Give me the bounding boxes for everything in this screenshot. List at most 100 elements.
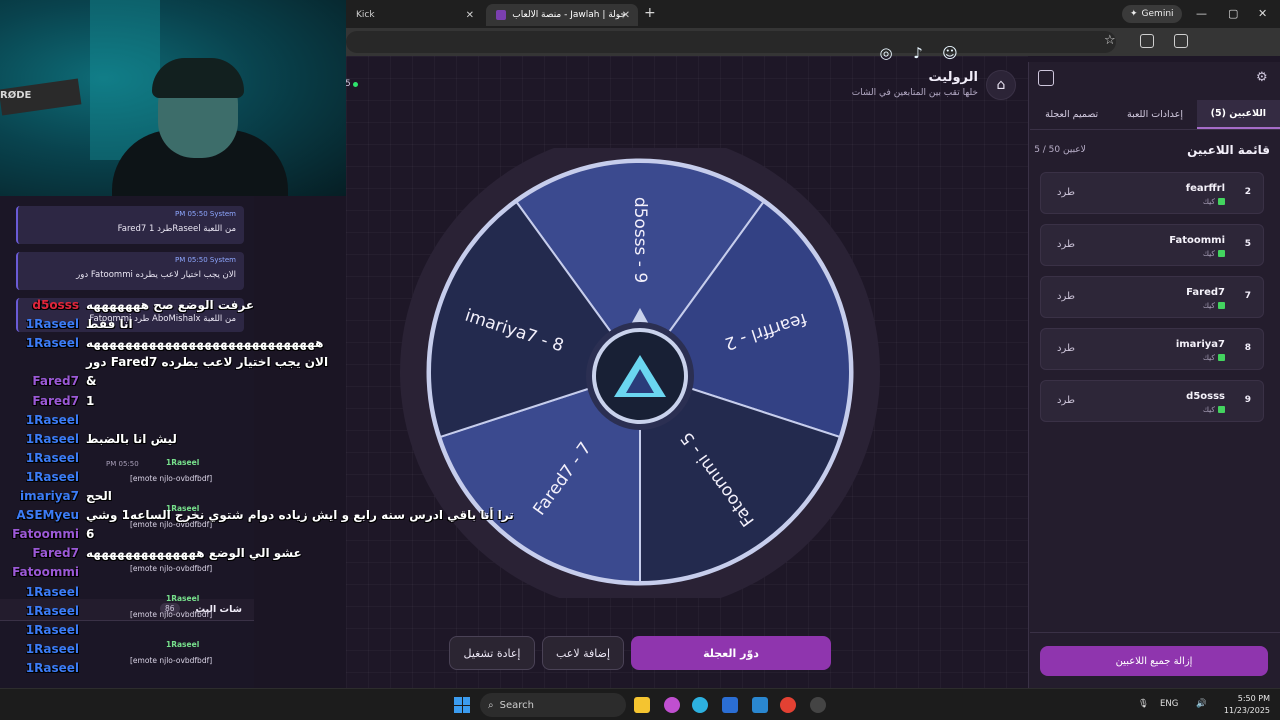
obs-icon[interactable] xyxy=(810,697,826,713)
chat-message: [emote njlo-ovbdfbdf] xyxy=(130,610,213,619)
bookmark-star-icon[interactable]: ☆ xyxy=(1104,33,1116,48)
player-number: 5 xyxy=(1244,239,1251,249)
chat-message: [emote njlo-ovbdfbdf] xyxy=(130,474,213,483)
system-label: PM 05:50 System xyxy=(174,256,236,264)
address-bar[interactable] xyxy=(346,31,1116,53)
snapchat-icon[interactable]: ☺ xyxy=(940,44,960,64)
player-card: 9 d5osss كيك طرد xyxy=(1040,380,1264,422)
copilot-icon[interactable] xyxy=(664,697,680,713)
stream-chat-text: عرفت الوضع صح هههههههه xyxy=(86,298,255,312)
close-window-button[interactable]: ✕ xyxy=(1258,7,1267,20)
stream-chat-text: دور Fared7 الان يجب اختيار لاعب يطرده xyxy=(86,355,329,370)
divider xyxy=(1030,632,1280,633)
restart-button[interactable]: إعادة تشغيل xyxy=(449,636,535,670)
minimize-button[interactable]: — xyxy=(1196,7,1207,20)
tab-wheel-design[interactable]: تصميم العجلة xyxy=(1030,100,1113,129)
spin-wheel-button[interactable]: دوّر العجلة xyxy=(631,636,831,670)
system-text: Fared7 طرد 1Raseel من اللعبة xyxy=(117,224,236,234)
stream-chat-text: & xyxy=(86,374,97,389)
system-message: PM 05:50 System دور Fatoommi الان يجب اخ… xyxy=(16,252,244,290)
player-name: d5osss xyxy=(1186,391,1225,402)
stream-chat-username: 1Raseel xyxy=(25,660,79,675)
gear-icon[interactable]: ⚙ xyxy=(1256,70,1268,85)
kick-logo-icon xyxy=(1218,198,1225,205)
social-links: ◎ ♪ ☺ xyxy=(876,44,960,64)
stream-chat-username: Fatoommi xyxy=(12,527,79,542)
tab-title: Kick xyxy=(356,10,375,20)
stream-chat-text: 6 xyxy=(86,527,95,542)
outlook-icon[interactable] xyxy=(752,697,768,713)
edge-icon[interactable] xyxy=(692,697,708,713)
chat-time: PM 05:50 xyxy=(106,460,139,468)
windows-taskbar: ⌕ Search 🎙 ENG 🔊 5:50 PM 11/23/2025 xyxy=(0,688,1280,720)
stream-chat-text: 1 xyxy=(86,393,95,408)
kick-player-button[interactable]: طرد xyxy=(1057,291,1075,302)
kick-player-button[interactable]: طرد xyxy=(1057,395,1075,406)
streamer-hair xyxy=(152,58,244,98)
kick-logo-icon xyxy=(1218,250,1225,257)
player-name: Fatoommi xyxy=(1169,235,1225,246)
tab-players[interactable]: اللاعبين (5) xyxy=(1196,100,1280,129)
language-indicator[interactable]: ENG xyxy=(1160,699,1178,709)
player-platform: كيك xyxy=(1203,405,1225,414)
chrome-icon[interactable] xyxy=(780,697,796,713)
stream-chat-username: 1Raseel xyxy=(25,641,79,656)
stream-chat-text: ترا أنا باقي ادرس سنه رابع و ايش زياده د… xyxy=(86,508,514,523)
home-button[interactable]: ⌂ xyxy=(986,70,1016,100)
windows-start-icon[interactable] xyxy=(454,697,470,713)
instagram-icon[interactable]: ◎ xyxy=(876,44,896,64)
cast-icon[interactable] xyxy=(1174,34,1188,48)
taskbar-clock[interactable]: 5:50 PM 11/23/2025 xyxy=(1222,693,1270,717)
panel-toggle-icon[interactable] xyxy=(1038,70,1054,86)
browser-tab-jawlah[interactable]: جولة | Jawlah - منصة الألعاب الت ✕ xyxy=(486,4,638,26)
player-card: 7 Fared7 كيك طرد xyxy=(1040,276,1264,318)
player-name: imariya7 xyxy=(1175,339,1225,350)
clock-date: 11/23/2025 xyxy=(1223,706,1270,715)
page-title: الروليت xyxy=(928,70,978,85)
player-number: 7 xyxy=(1244,291,1251,301)
stream-chat-username: 1Raseel xyxy=(25,622,79,637)
browser-toolbar: ☆ xyxy=(346,28,1280,56)
taskbar-search[interactable]: ⌕ Search xyxy=(480,693,626,717)
wheel-segment-label: d5osss - 9 xyxy=(630,196,651,284)
stream-chat-username: imariya7 xyxy=(19,489,79,503)
chat-message: [emote njlo-ovbdfbdf] xyxy=(130,656,213,665)
jawlah-logo-icon xyxy=(614,355,666,397)
search-placeholder: Search xyxy=(499,699,534,711)
kick-player-button[interactable]: طرد xyxy=(1057,343,1075,354)
clear-all-players-button[interactable]: إزالة جميع اللاعبين xyxy=(1040,646,1268,676)
chat-message: [emote njlo-ovbdfbdf] xyxy=(130,564,213,573)
volume-tray-icon[interactable]: 🔊 xyxy=(1196,699,1207,709)
tab-game-settings[interactable]: إعدادات اللعبة xyxy=(1113,100,1196,129)
extensions-icon[interactable] xyxy=(1140,34,1154,48)
chat-username: 1Raseel xyxy=(166,640,200,649)
store-icon[interactable] xyxy=(722,697,738,713)
system-label: PM 05:50 System xyxy=(174,210,236,218)
microphone-tray-icon[interactable]: 🎙 xyxy=(1138,699,1149,709)
stream-chat-username: 1Raseel xyxy=(25,603,79,618)
player-card: 2 fearffrl كيك طرد xyxy=(1040,172,1264,214)
roulette-wheel[interactable]: d5osss - 9 fearffrl - 2 Fatoommi - 5 Fared7… xyxy=(400,148,880,598)
file-explorer-icon[interactable] xyxy=(634,697,650,713)
stream-chat-username: 1Raseel xyxy=(25,469,79,484)
tiktok-icon[interactable]: ♪ xyxy=(908,44,928,64)
gemini-button[interactable]: ✦ Gemini xyxy=(1122,5,1182,23)
chat-username: 1Raseel xyxy=(166,594,200,603)
player-platform: كيك xyxy=(1203,301,1225,310)
tab-title: جولة | Jawlah - منصة الألعاب الت xyxy=(511,10,626,20)
page-subtitle: خلها تقب بين المتابعين في الشات xyxy=(851,88,978,98)
kick-player-button[interactable]: طرد xyxy=(1057,187,1075,198)
player-card: 5 Fatoommi كيك طرد xyxy=(1040,224,1264,266)
add-player-button[interactable]: إضافة لاعب xyxy=(542,636,624,670)
stream-chat-username: 1Raseel xyxy=(25,336,79,351)
player-number: 8 xyxy=(1244,343,1251,353)
browser-tab-kick[interactable]: Kick ✕ xyxy=(346,4,482,26)
system-message: PM 05:50 System Fared7 طرد 1Raseel من ال… xyxy=(16,206,244,244)
close-tab-icon[interactable]: ✕ xyxy=(466,10,474,21)
maximize-button[interactable]: ▢ xyxy=(1228,7,1238,20)
stream-chat-text: ليش انا بالضبط xyxy=(86,431,177,446)
wheel-hub[interactable] xyxy=(592,328,688,424)
new-tab-button[interactable]: + xyxy=(644,5,656,21)
close-tab-icon[interactable]: ✕ xyxy=(622,10,630,21)
kick-player-button[interactable]: طرد xyxy=(1057,239,1075,250)
